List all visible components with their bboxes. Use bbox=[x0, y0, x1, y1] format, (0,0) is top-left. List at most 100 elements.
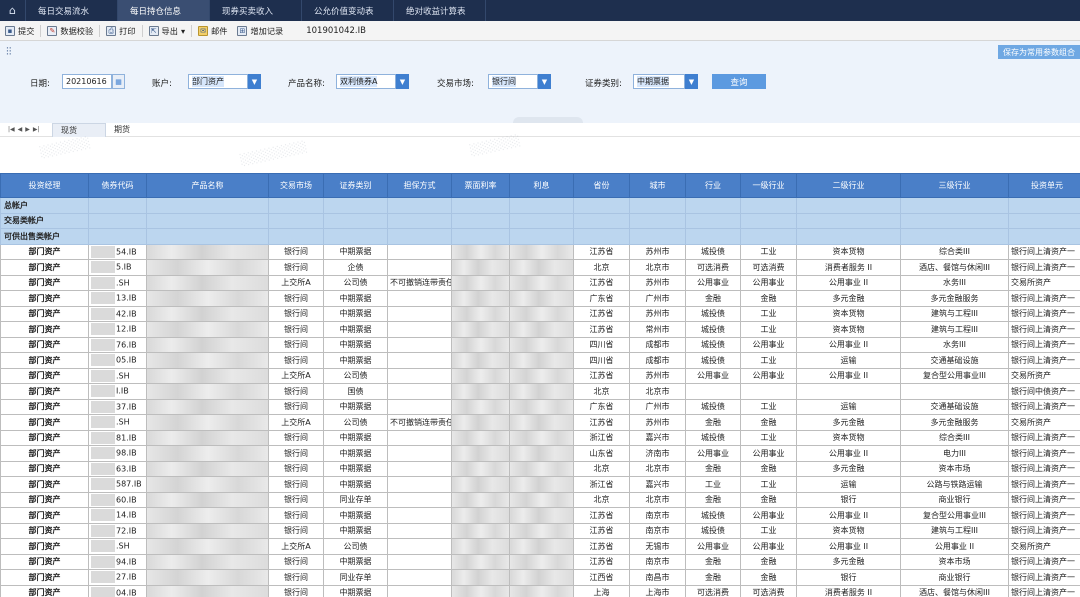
save-icon: ▪ bbox=[5, 25, 15, 36]
group-row[interactable]: 总帐户 bbox=[0, 197, 1080, 214]
bond-code-suffix: 54.IB bbox=[116, 247, 137, 257]
toolbar: ▪ 提交 ✎ 数据校验 ⎙ 打印 ⇱ 导出 ▾ ✉ 邮件 ⊞ 增加记录 1019… bbox=[0, 21, 1080, 41]
chevron-down-icon[interactable]: ▼ bbox=[685, 74, 698, 89]
table-row[interactable]: 部门资产 05.IB 银行间 中期票据 四川省 成都市 城投债 工业 运输 交通基础设施 银行间上清… bbox=[0, 352, 1080, 369]
table-row[interactable]: 部门资产 27.IB 银行间 同业存单 江西省 南昌市 金融 金融 银行 商业银行 银行间上清资产一 bbox=[0, 569, 1080, 586]
table-cell: 银行间 bbox=[268, 584, 324, 597]
sheet-tab-futures[interactable]: 期货 bbox=[106, 123, 160, 137]
table-row[interactable]: 部门资产 42.IB 银行间 中期票据 江苏省 苏州市 城投债 工业 资本货物 建筑与工程III 银… bbox=[0, 305, 1080, 322]
bond-code-cell: .SH bbox=[88, 274, 147, 291]
table-row[interactable]: 部门资产 04.IB 银行间 中期票据 上海 上海市 可选消费 可选消费 消费者服务 II 酒店、… bbox=[0, 584, 1080, 597]
export-button[interactable]: ⇱ 导出 ▾ bbox=[144, 25, 191, 37]
market-select[interactable]: 银行间 bbox=[488, 74, 538, 89]
column-header[interactable]: 省份 bbox=[573, 173, 630, 198]
table-row[interactable]: 部门资产 587.IB 银行间 中期票据 浙江省 嘉兴市 工业 工业 运输 公路与铁路运输 银行间上… bbox=[0, 476, 1080, 493]
prev-sheet-icon[interactable]: ◀ bbox=[18, 126, 23, 133]
category-select[interactable]: 中期票据 bbox=[633, 74, 685, 89]
bond-code-suffix: 60.IB bbox=[116, 495, 137, 505]
last-sheet-icon[interactable]: ▶| bbox=[33, 126, 40, 133]
column-header[interactable]: 利息 bbox=[509, 173, 574, 198]
table-row[interactable]: 部门资产 81.IB 银行间 中期票据 浙江省 嘉兴市 城投债 工业 资本货物 综合类III 银行间… bbox=[0, 429, 1080, 446]
table-cell bbox=[387, 336, 452, 353]
print-button[interactable]: ⎙ 打印 bbox=[101, 25, 140, 37]
table-row[interactable]: 部门资产 76.IB 银行间 中期票据 四川省 成都市 城投债 公用事业 公用事业 II 水务II… bbox=[0, 336, 1080, 353]
bond-code-suffix: 12.IB bbox=[116, 324, 137, 334]
column-header[interactable]: 产品名称 bbox=[146, 173, 269, 198]
column-header[interactable]: 一级行业 bbox=[740, 173, 797, 198]
column-header[interactable]: 三级行业 bbox=[900, 173, 1009, 198]
blurred-cell bbox=[146, 476, 269, 493]
chevron-down-icon[interactable]: ▼ bbox=[396, 74, 409, 89]
table-row[interactable]: 部门资产 5.IB 银行间 企债 北京 北京市 可选消费 可选消费 消费者服务 II 酒店、餐馆与… bbox=[0, 259, 1080, 276]
bond-code-suffix: 98.IB bbox=[116, 448, 137, 458]
tab-spot-trading-income[interactable]: 现券买卖收入 bbox=[210, 0, 302, 21]
blurred-cell bbox=[451, 290, 510, 307]
table-cell: 建筑与工程III bbox=[900, 522, 1009, 539]
table-cell: 不可撤销连带责任担保 bbox=[387, 274, 452, 291]
table-row[interactable]: 部门资产 94.IB 银行间 中期票据 江苏省 南京市 金融 金融 多元金融 资本市场 银行间上清资… bbox=[0, 553, 1080, 570]
home-icon[interactable]: ⌂ bbox=[0, 0, 26, 21]
group-row[interactable]: 交易类帐户 bbox=[0, 212, 1080, 229]
first-sheet-icon[interactable]: |◀ bbox=[8, 126, 15, 133]
column-header[interactable]: 票面利率 bbox=[451, 173, 510, 198]
table-row[interactable]: 部门资产 14.IB 银行间 中期票据 江苏省 南京市 城投债 公用事业 公用事业 II 复合型公… bbox=[0, 507, 1080, 524]
table-cell bbox=[387, 367, 452, 384]
table-row[interactable]: 部门资产 37.IB 银行间 中期票据 广东省 广州市 城投债 工业 运输 交通基础设施 银行间上清… bbox=[0, 398, 1080, 415]
table-row[interactable]: 部门资产 72.IB 银行间 中期票据 江苏省 南京市 城投债 工业 资本货物 建筑与工程III 银… bbox=[0, 522, 1080, 539]
column-header[interactable]: 投资经理 bbox=[0, 173, 89, 198]
table-cell bbox=[387, 538, 452, 555]
table-cell: 苏州市 bbox=[629, 243, 686, 260]
date-field[interactable]: 20210616 bbox=[62, 74, 112, 89]
column-header[interactable]: 交易市场 bbox=[268, 173, 324, 198]
table-cell: 运输 bbox=[796, 398, 901, 415]
add-record-button[interactable]: ⊞ 增加记录 bbox=[232, 25, 288, 37]
chevron-down-icon[interactable]: ▼ bbox=[248, 74, 261, 89]
blurred-cell bbox=[451, 352, 510, 369]
table-row[interactable]: 部门资产.SH上交所A公司债不可撤销连带责任担保江苏省苏州市公用事业公用事业公用… bbox=[0, 274, 1080, 291]
tab-fair-value-change[interactable]: 公允价值变动表 bbox=[302, 0, 394, 21]
column-header[interactable]: 证券类别 bbox=[323, 173, 388, 198]
blurred-cell bbox=[509, 259, 574, 276]
table-row[interactable]: 部门资产 98.IB 银行间 中期票据 山东省 济南市 公用事业 公用事业 公用事业 II 电力I… bbox=[0, 445, 1080, 462]
table-cell: 银行间上清资产一 bbox=[1008, 507, 1080, 524]
save-params-button[interactable]: 保存为常用参数组合 bbox=[998, 45, 1080, 59]
tab-absolute-return[interactable]: 绝对收益计算表 bbox=[394, 0, 486, 21]
table-cell: 南昌市 bbox=[629, 569, 686, 586]
table-row[interactable]: 部门资产 63.IB 银行间 中期票据 北京 北京市 金融 金融 多元金融 资本市场 银行间上清资产… bbox=[0, 460, 1080, 477]
column-header[interactable]: 投资单元 bbox=[1008, 173, 1080, 198]
column-header[interactable]: 城市 bbox=[629, 173, 686, 198]
column-header[interactable]: 债券代码 bbox=[88, 173, 147, 198]
sliders-icon[interactable]: ⫶⫶ bbox=[6, 45, 12, 59]
query-button[interactable]: 查询 bbox=[712, 74, 766, 89]
table-cell: 中期票据 bbox=[323, 445, 388, 462]
account-select[interactable]: 部门资产 bbox=[188, 74, 248, 89]
bond-code-suffix: 94.IB bbox=[116, 557, 137, 567]
calendar-icon[interactable]: ▦ bbox=[112, 74, 125, 89]
bond-code-cell: 76.IB bbox=[88, 336, 147, 353]
submit-button[interactable]: ▪ 提交 bbox=[0, 25, 39, 37]
mail-button[interactable]: ✉ 邮件 bbox=[193, 25, 232, 37]
column-header[interactable]: 担保方式 bbox=[387, 173, 452, 198]
table-cell: 江苏省 bbox=[573, 507, 630, 524]
chevron-down-icon[interactable]: ▼ bbox=[538, 74, 551, 89]
table-row[interactable]: 部门资产 .SH 上交所A 公司债 江苏省 无锡市 公用事业 公用事业 公用事业 II 公用事业 … bbox=[0, 538, 1080, 555]
table-row[interactable]: 部门资产 .SH 上交所A 公司债 江苏省 苏州市 公用事业 公用事业 公用事业 II 复合型公用… bbox=[0, 367, 1080, 384]
table-row[interactable]: 部门资产 12.IB 银行间 中期票据 江苏省 常州市 城投债 工业 资本货物 建筑与工程III 银… bbox=[0, 321, 1080, 338]
table-row[interactable]: 部门资产 60.IB 银行间 同业存单 北京 北京市 金融 金融 银行 商业银行 银行间上清资产一 bbox=[0, 491, 1080, 508]
table-cell: 银行间 bbox=[268, 476, 324, 493]
table-row[interactable]: 部门资产 13.IB 银行间 中期票据 广东省 广州市 金融 金融 多元金融 多元金融服务 银行间上… bbox=[0, 290, 1080, 307]
column-header[interactable]: 行业 bbox=[685, 173, 741, 198]
validate-button[interactable]: ✎ 数据校验 bbox=[42, 25, 98, 37]
table-cell bbox=[387, 352, 452, 369]
next-sheet-icon[interactable]: ▶ bbox=[25, 126, 30, 133]
table-row[interactable]: 部门资产 I.IB 银行间 国债 北京 北京市 银行间中债资产一 bbox=[0, 383, 1080, 400]
table-cell: 中期票据 bbox=[323, 507, 388, 524]
product-select[interactable]: 双利债券A bbox=[336, 74, 396, 89]
tab-daily-trade-flow[interactable]: 每日交易流水 bbox=[26, 0, 118, 21]
column-header[interactable]: 二级行业 bbox=[796, 173, 901, 198]
tab-daily-positions[interactable]: 每日持仓信息 bbox=[118, 0, 210, 21]
sheet-tab-spot[interactable]: 现货 bbox=[52, 122, 106, 137]
group-row[interactable]: 可供出售类帐户 bbox=[0, 228, 1080, 245]
table-row[interactable]: 部门资产.SH上交所A公司债不可撤销连带责任担保江苏省苏州市金融金融多元金融多元… bbox=[0, 414, 1080, 431]
table-row[interactable]: 部门资产 54.IB 银行间 中期票据 江苏省 苏州市 城投债 工业 资本货物 综合类III 银行间… bbox=[0, 243, 1080, 260]
